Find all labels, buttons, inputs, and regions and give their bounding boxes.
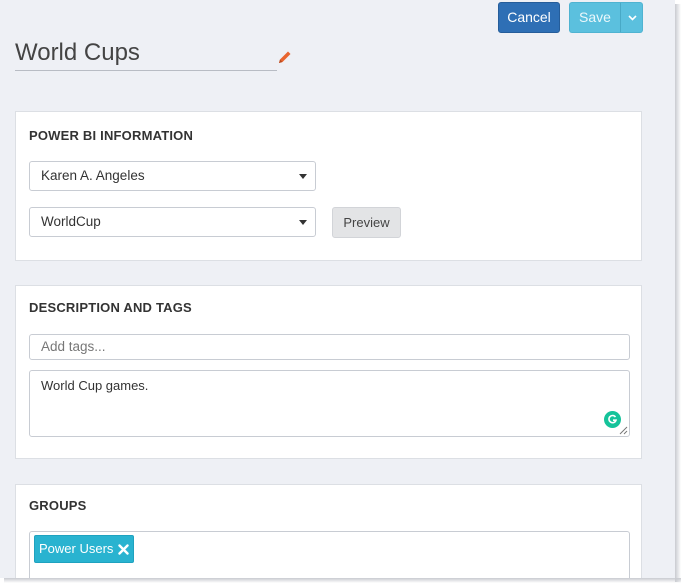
group-chip-label: Power Users bbox=[39, 541, 114, 556]
description-text: World Cup games. bbox=[41, 378, 149, 393]
preview-button[interactable]: Preview bbox=[332, 207, 401, 238]
groups-panel: GROUPS Power Users bbox=[15, 484, 642, 578]
powerbi-panel: POWER BI INFORMATION Karen A. Angeles Wo… bbox=[15, 111, 642, 261]
pencil-icon[interactable] bbox=[277, 49, 293, 65]
user-select-value: Karen A. Angeles bbox=[41, 168, 145, 183]
close-icon[interactable] bbox=[118, 544, 129, 555]
user-select[interactable]: Karen A. Angeles bbox=[29, 161, 316, 191]
groups-input[interactable]: Power Users bbox=[29, 531, 630, 578]
caret-down-icon bbox=[299, 174, 307, 179]
cancel-button[interactable]: Cancel bbox=[498, 2, 560, 33]
chevron-down-icon bbox=[628, 15, 637, 21]
description-panel: DESCRIPTION AND TAGS Add tags... World C… bbox=[15, 285, 642, 459]
groups-heading: GROUPS bbox=[29, 498, 87, 513]
resize-grip-icon[interactable] bbox=[619, 426, 628, 435]
app-frame: Cancel Save World Cups POWER BI INFORMAT… bbox=[0, 0, 675, 578]
description-textarea[interactable]: World Cup games. bbox=[29, 370, 630, 437]
page-title[interactable]: World Cups bbox=[15, 38, 277, 71]
group-chip: Power Users bbox=[34, 535, 134, 563]
powerbi-heading: POWER BI INFORMATION bbox=[29, 128, 194, 143]
description-heading: DESCRIPTION AND TAGS bbox=[29, 300, 192, 315]
report-select-value: WorldCup bbox=[41, 214, 101, 229]
window-shadow bbox=[675, 4, 681, 582]
save-dropdown-button[interactable] bbox=[620, 2, 643, 33]
window-shadow bbox=[4, 578, 681, 583]
caret-down-icon bbox=[299, 220, 307, 225]
report-select[interactable]: WorldCup bbox=[29, 207, 316, 237]
tags-input[interactable]: Add tags... bbox=[29, 334, 630, 360]
save-button[interactable]: Save bbox=[569, 2, 620, 33]
